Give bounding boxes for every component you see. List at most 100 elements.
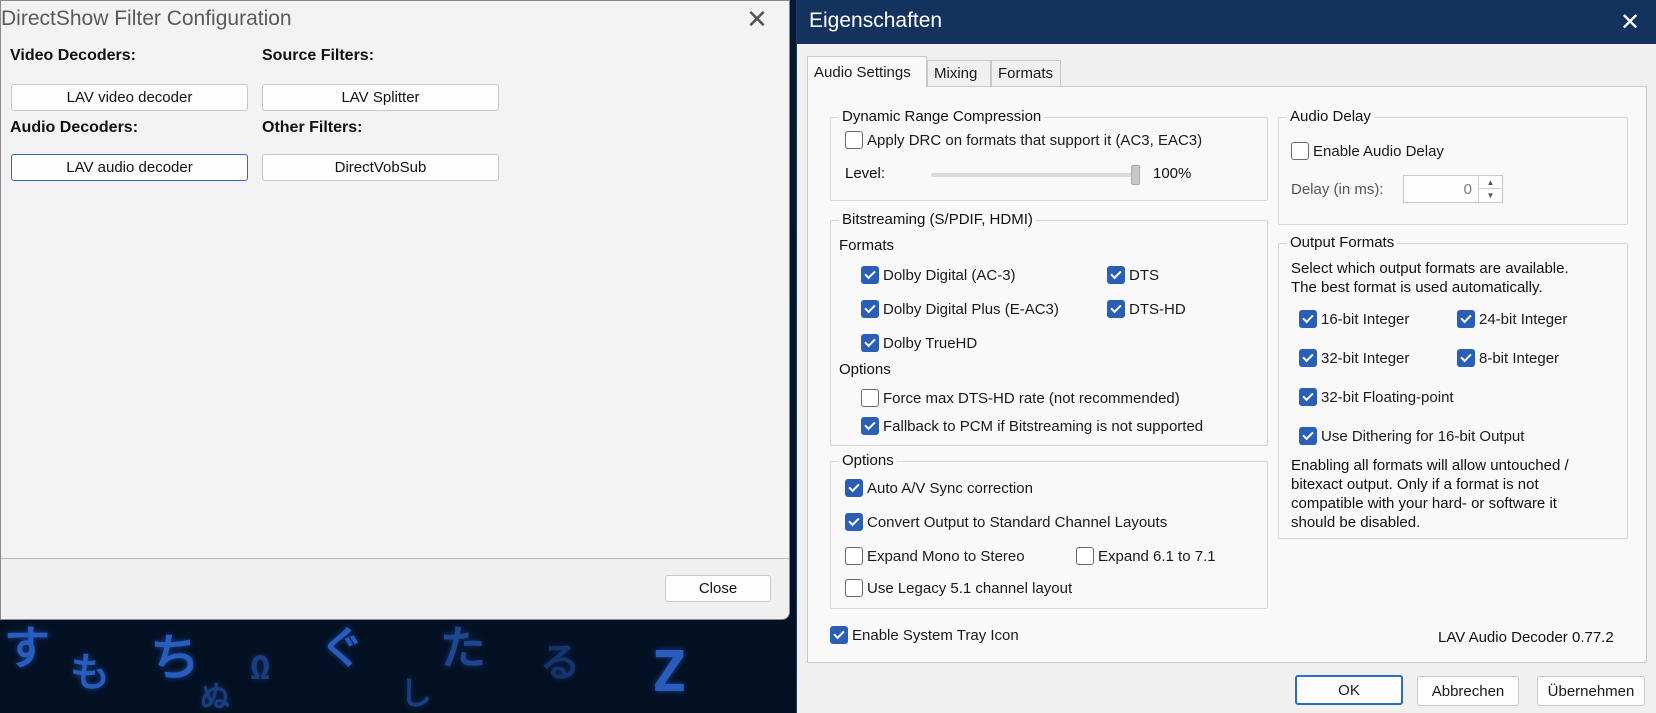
checkbox-box[interactable]: [861, 417, 879, 435]
auto-av-sync-checkbox[interactable]: Auto A/V Sync correction: [845, 479, 1033, 497]
checkbox-box[interactable]: [845, 579, 863, 597]
checkbox-label: Dolby TrueHD: [883, 334, 978, 352]
source-filter-button[interactable]: LAV Splitter: [262, 84, 499, 111]
checkbox-label: Expand Mono to Stereo: [867, 547, 1025, 565]
tab-formats[interactable]: Formats: [991, 60, 1061, 86]
filter-config-body: Video Decoders: Source Filters: LAV vide…: [1, 37, 789, 559]
8bit-integer-checkbox[interactable]: 8-bit Integer: [1457, 349, 1559, 367]
checkbox-label: 8-bit Integer: [1479, 349, 1560, 367]
bitstreaming-group: Bitstreaming (S/PDIF, HDMI) Formats Dolb…: [830, 211, 1268, 446]
checkbox-box[interactable]: [1291, 142, 1309, 160]
checkbox-label: Convert Output to Standard Channel Layou…: [867, 513, 1168, 531]
apply-button[interactable]: Übernehmen: [1537, 676, 1645, 706]
delay-ms-spinbox[interactable]: 0 ▲ ▼: [1403, 175, 1503, 203]
properties-close-button[interactable]: ✕: [1612, 6, 1648, 38]
checkbox-box[interactable]: [1107, 266, 1125, 284]
properties-title-bar[interactable]: Eigenschaften ✕: [797, 0, 1656, 44]
expand-61-checkbox[interactable]: Expand 6.1 to 7.1: [1076, 547, 1216, 565]
checkbox-box[interactable]: [861, 300, 879, 318]
drc-level-slider-thumb[interactable]: [1131, 165, 1140, 185]
background-glyph: Z: [652, 640, 686, 705]
other-filter-button[interactable]: DirectVobSub: [262, 154, 499, 181]
background-glyph: た: [440, 621, 486, 675]
checkbox-box[interactable]: [845, 513, 863, 531]
output-formats-note-4: should be disabled.: [1291, 514, 1421, 531]
use-dithering-checkbox[interactable]: Use Dithering for 16-bit Output: [1299, 427, 1524, 445]
tab-audio-settings[interactable]: Audio Settings: [807, 56, 927, 87]
output-formats-note-1: Enabling all formats will allow untouche…: [1291, 457, 1569, 474]
version-label: LAV Audio Decoder 0.77.2: [1438, 629, 1614, 646]
dts-checkbox[interactable]: DTS: [1107, 266, 1159, 284]
checkbox-label: Expand 6.1 to 7.1: [1098, 547, 1216, 565]
checkbox-box[interactable]: [861, 389, 879, 407]
output-formats-note-3: compatible with your hard- or software i…: [1291, 495, 1557, 512]
dolby-digital-checkbox[interactable]: Dolby Digital (AC-3): [861, 266, 1016, 284]
background-glyph: ち: [150, 629, 200, 687]
spin-up-icon[interactable]: ▲: [1479, 176, 1502, 189]
checkbox-box[interactable]: [845, 131, 863, 149]
checkbox-box[interactable]: [1299, 349, 1317, 367]
close-window-button[interactable]: ✕: [739, 3, 775, 35]
audio-delay-group: Audio Delay Enable Audio Delay Delay (in…: [1278, 108, 1628, 225]
background-glyph: ぬ: [200, 680, 230, 713]
checkbox-box[interactable]: [1299, 388, 1317, 406]
checkbox-box[interactable]: [861, 266, 879, 284]
enable-tray-icon-checkbox[interactable]: Enable System Tray Icon: [830, 626, 1019, 644]
drc-group: Dynamic Range Compression Apply DRC on f…: [830, 108, 1268, 201]
delay-spin-arrows: ▲ ▼: [1478, 176, 1502, 202]
delay-ms-label: Delay (in ms):: [1291, 181, 1384, 198]
output-formats-group-title: Output Formats: [1287, 234, 1398, 251]
16bit-integer-checkbox[interactable]: 16-bit Integer: [1299, 310, 1409, 328]
dts-hd-checkbox[interactable]: DTS-HD: [1107, 300, 1186, 318]
checkbox-box[interactable]: [1457, 349, 1475, 367]
checkbox-label: Auto A/V Sync correction: [867, 479, 1033, 497]
convert-output-checkbox[interactable]: Convert Output to Standard Channel Layou…: [845, 513, 1167, 531]
force-dtshd-rate-checkbox[interactable]: Force max DTS-HD rate (not recommended): [861, 389, 1180, 407]
spin-down-icon[interactable]: ▼: [1479, 189, 1502, 202]
checkbox-label: 32-bit Integer: [1321, 349, 1410, 367]
audio-decoder-button[interactable]: LAV audio decoder: [11, 154, 248, 181]
ok-button[interactable]: OK: [1295, 675, 1403, 705]
legacy-51-checkbox[interactable]: Use Legacy 5.1 channel layout: [845, 579, 1072, 597]
bitstreaming-formats-label: Formats: [839, 237, 895, 254]
audio-delay-group-title: Audio Delay: [1287, 108, 1374, 125]
checkbox-label: DTS: [1129, 266, 1159, 284]
apply-drc-checkbox[interactable]: Apply DRC on formats that support it (AC…: [845, 131, 1202, 149]
drc-level-slider[interactable]: [931, 173, 1135, 177]
checkbox-label: Dolby Digital Plus (E-AC3): [883, 300, 1059, 318]
title-bar[interactable]: DirectShow Filter Configuration ✕: [1, 1, 789, 37]
dolby-digital-plus-checkbox[interactable]: Dolby Digital Plus (E-AC3): [861, 300, 1059, 318]
checkbox-box[interactable]: [1457, 310, 1475, 328]
checkbox-box[interactable]: [1299, 427, 1317, 445]
video-decoder-button[interactable]: LAV video decoder: [11, 84, 248, 111]
checkbox-box[interactable]: [845, 479, 863, 497]
audio-decoders-label: Audio Decoders:: [10, 119, 139, 136]
32bit-integer-checkbox[interactable]: 32-bit Integer: [1299, 349, 1409, 367]
checkbox-box[interactable]: [1299, 310, 1317, 328]
video-decoders-label: Video Decoders:: [10, 47, 136, 64]
enable-audio-delay-checkbox[interactable]: Enable Audio Delay: [1291, 142, 1444, 160]
checkbox-label: DTS-HD: [1129, 300, 1186, 318]
checkbox-label: Enable System Tray Icon: [852, 626, 1019, 644]
properties-title: Eigenschaften: [809, 9, 943, 32]
background-glyph: る: [540, 640, 580, 686]
tab-mixing[interactable]: Mixing: [927, 60, 991, 86]
close-button[interactable]: Close: [665, 575, 771, 602]
checkbox-label: Enable Audio Delay: [1313, 142, 1444, 160]
checkbox-box[interactable]: [830, 626, 848, 644]
options-group: Options Auto A/V Sync correction Convert…: [830, 452, 1268, 609]
cancel-button[interactable]: Abbrechen: [1417, 676, 1519, 706]
checkbox-box[interactable]: [861, 334, 879, 352]
32bit-float-checkbox[interactable]: 32-bit Floating-point: [1299, 388, 1454, 406]
dolby-truehd-checkbox[interactable]: Dolby TrueHD: [861, 334, 977, 352]
checkbox-box[interactable]: [1076, 547, 1094, 565]
24bit-integer-checkbox[interactable]: 24-bit Integer: [1457, 310, 1567, 328]
drc-level-value: 100%: [1153, 165, 1192, 182]
checkbox-label: Apply DRC on formats that support it (AC…: [867, 131, 1203, 149]
expand-mono-checkbox[interactable]: Expand Mono to Stereo: [845, 547, 1025, 565]
delay-ms-value[interactable]: 0: [1464, 181, 1472, 198]
options-group-title: Options: [839, 452, 897, 469]
checkbox-box[interactable]: [1107, 300, 1125, 318]
fallback-pcm-checkbox[interactable]: Fallback to PCM if Bitstreaming is not s…: [861, 417, 1203, 435]
checkbox-box[interactable]: [845, 547, 863, 565]
